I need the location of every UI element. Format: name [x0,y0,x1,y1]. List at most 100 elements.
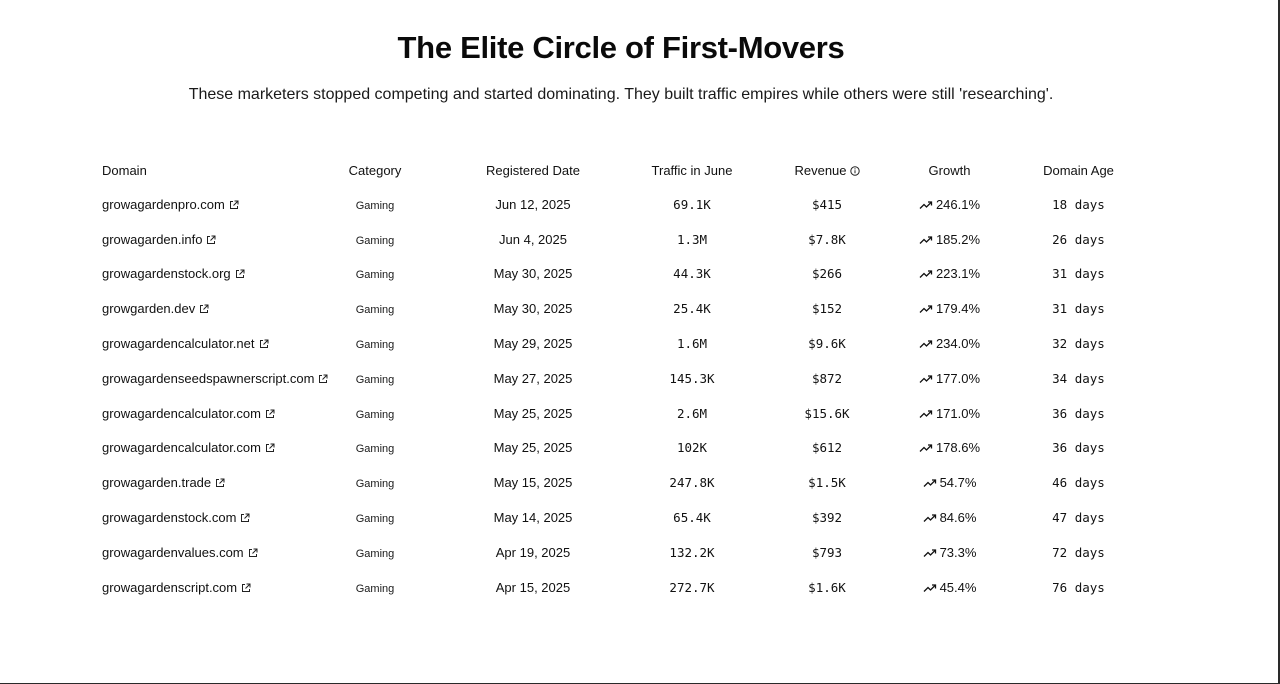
growth-cell: 179.4% [882,301,1017,316]
category-cell: Gaming [296,580,454,595]
registered-date-cell: May 30, 2025 [493,266,573,282]
external-link-icon[interactable] [229,200,239,210]
external-link-icon[interactable] [199,304,209,314]
registered-date-cell: Apr 19, 2025 [495,544,571,560]
info-icon[interactable] [849,165,860,176]
domain-link[interactable]: growagardenstock.com [102,510,236,525]
table-row: growagarden.info Gaming Jun 4, 2025 1.3M $7.… [96,222,1156,257]
domain-cell: growagardenstock.org [96,266,296,281]
traffic-cell: 1.3M [676,231,708,247]
registered-date-cell: May 14, 2025 [493,510,573,526]
domain-link[interactable]: growagardenpro.com [102,197,225,212]
category-badge: Gaming [355,373,395,386]
growth-value: 171.0% [935,405,981,421]
first-movers-table: Domain Category Registered Date Traffic … [96,153,1156,605]
table-row: growagardenstock.com Gaming May 14, 2025 65… [96,500,1156,535]
category-cell: Gaming [296,545,454,560]
table-row: growagardenseedspawnerscript.com Gaming Ma… [96,361,1156,396]
category-cell: Gaming [296,336,454,351]
table-row: growagardencalculator.net Gaming May 29, 2… [96,326,1156,361]
domain-cell: growagardenseedspawnerscript.com [96,371,328,386]
external-link-icon[interactable] [259,339,269,349]
domain-cell: growagardenvalues.com [96,545,296,560]
domain-link[interactable]: growagardencalculator.com [102,440,261,455]
growth-cell: 178.6% [882,440,1017,455]
external-link-icon[interactable] [248,548,258,558]
domain-link[interactable]: growagarden.trade [102,475,211,490]
registered-date-cell: May 25, 2025 [493,405,573,421]
trending-up-icon [923,584,936,592]
category-cell: Gaming [296,440,454,455]
table-row: growagardenvalues.com Gaming Apr 19, 2025 1… [96,535,1156,570]
revenue-cell: $612 [811,440,843,456]
category-badge: Gaming [355,478,395,491]
domain-link[interactable]: growagardencalculator.net [102,336,255,351]
external-link-icon[interactable] [265,409,275,419]
registered-date-cell: Apr 15, 2025 [495,579,571,595]
trending-up-icon [923,549,936,557]
domain-cell: growagarden.info [96,232,296,247]
column-header-registered-date: Registered Date [486,162,580,178]
category-badge: Gaming [355,304,395,317]
external-link-icon[interactable] [240,513,250,523]
category-cell: Gaming [296,232,454,247]
growth-cell: 246.1% [882,197,1017,212]
growth-cell: 185.2% [882,232,1017,247]
table-row: growagardenscript.com Gaming Apr 15, 2025 2… [96,570,1156,605]
growth-value: 84.6% [939,510,977,526]
column-header-traffic: Traffic in June [651,162,733,178]
revenue-cell: $1.6K [808,579,846,595]
traffic-cell: 69.1K [673,196,711,212]
external-link-icon[interactable] [215,478,225,488]
external-link-icon[interactable] [265,443,275,453]
traffic-cell: 44.3K [673,266,711,282]
column-header-revenue-label: Revenue [794,162,847,178]
table-row: growagarden.trade Gaming May 15, 2025 247.8… [96,465,1156,500]
traffic-cell: 65.4K [673,510,711,526]
registered-date-cell: Jun 4, 2025 [499,231,567,247]
domain-cell: growagardenpro.com [96,197,296,212]
trending-up-icon [919,305,933,314]
traffic-cell: 102K [676,440,708,456]
growth-cell: 73.3% [882,545,1017,560]
domain-age-cell: 18 days [1052,196,1105,212]
domain-link[interactable]: growagarden.info [102,232,202,247]
table-row: growagardencalculator.com Gaming May 25, 2… [96,431,1156,466]
category-badge: Gaming [355,513,395,526]
domain-link[interactable]: growagardenscript.com [102,580,237,595]
domain-link[interactable]: growgarden.dev [102,301,195,316]
table-header-row: Domain Category Registered Date Traffic … [96,153,1156,187]
traffic-cell: 145.3K [669,370,715,386]
category-cell: Gaming [296,406,454,421]
domain-age-cell: 32 days [1052,336,1105,352]
domain-cell: growagardencalculator.net [96,336,296,351]
category-badge: Gaming [355,547,395,560]
growth-value: 179.4% [935,301,981,317]
column-header-domain-age: Domain Age [1043,162,1114,178]
trending-up-icon [923,479,936,488]
category-cell: Gaming [296,266,454,281]
domain-age-cell: 36 days [1052,440,1105,456]
domain-link[interactable]: growagardenstock.org [102,266,231,281]
revenue-cell: $793 [811,544,843,560]
growth-value: 45.4% [939,579,977,595]
table-row: growgarden.dev Gaming May 30, 2025 25.4K $15… [96,291,1156,326]
domain-link[interactable]: growagardencalculator.com [102,406,261,421]
registered-date-cell: Jun 12, 2025 [495,196,571,212]
domain-link[interactable]: growagardenvalues.com [102,545,244,560]
growth-value: 178.6% [935,440,981,456]
revenue-cell: $1.5K [808,475,846,491]
external-link-icon[interactable] [241,583,251,593]
external-link-icon[interactable] [235,269,245,279]
revenue-cell: $872 [811,370,843,386]
category-cell: Gaming [296,301,454,316]
page-subtitle: These marketers stopped competing and st… [188,86,1054,103]
column-header-revenue: Revenue [772,163,882,178]
growth-cell: 171.0% [882,406,1017,421]
registered-date-cell: May 25, 2025 [493,440,573,456]
traffic-cell: 132.2K [669,544,715,560]
external-link-icon[interactable] [206,235,216,245]
registered-date-cell: May 15, 2025 [493,475,573,491]
domain-link[interactable]: growagardenseedspawnerscript.com [102,371,314,386]
column-header-growth: Growth [928,162,971,178]
